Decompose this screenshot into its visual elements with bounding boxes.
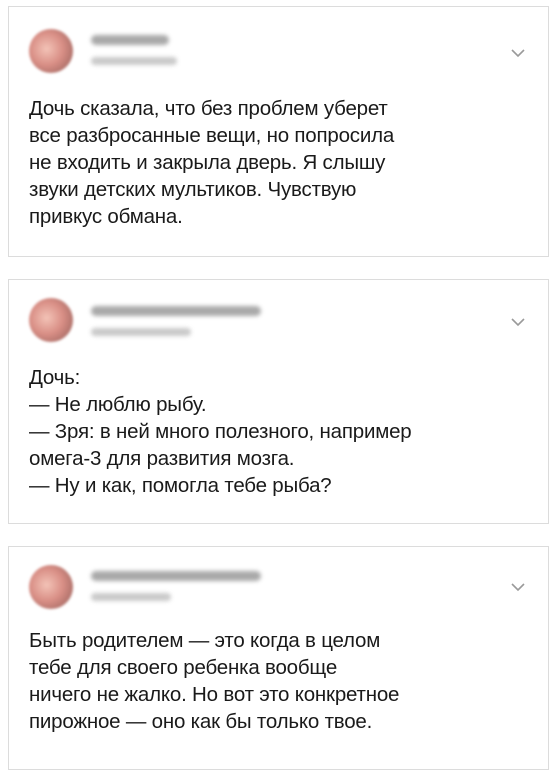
post-text-line: ничего не жалко. Но вот это конкретное	[29, 683, 400, 706]
avatar[interactable]	[29, 298, 73, 342]
post-text-line: звуки детских мультиков. Чувствую	[29, 178, 357, 201]
post-text-line: пирожное — оно как бы только твое.	[29, 710, 373, 733]
author-name-blurred[interactable]	[91, 571, 261, 581]
author-handle-blurred	[91, 328, 191, 336]
author-name-blurred[interactable]	[91, 306, 261, 316]
chevron-down-icon[interactable]	[510, 316, 526, 328]
chevron-down-icon[interactable]	[510, 47, 526, 59]
post-text-line: — Не люблю рыбу.	[29, 393, 207, 416]
post-text: Дочь сказала, что без проблем уберет все…	[29, 95, 530, 230]
post-text-line: не входить и закрыла дверь. Я слышу	[29, 151, 386, 174]
post-text-line: Дочь:	[29, 366, 81, 389]
post-text-line: Быть родителем — это когда в целом	[29, 629, 381, 652]
post-text-line: привкус обмана.	[29, 205, 183, 228]
avatar[interactable]	[29, 29, 73, 73]
post-text-line: — Ну и как, помогла тебе рыба?	[29, 474, 332, 497]
post-text-line: все разбросанные вещи, но попросила	[29, 124, 395, 147]
post-card: Быть родителем — это когда в целом тебе …	[8, 546, 549, 770]
post-card: Дочь: — Не люблю рыбу. — Зря: в ней мног…	[8, 279, 549, 524]
post-text-line: омега-3 для развития мозга.	[29, 447, 295, 470]
post-text-line: тебе для своего ребенка вообще	[29, 656, 338, 679]
chevron-down-icon[interactable]	[510, 581, 526, 593]
author-handle-blurred	[91, 57, 177, 65]
post-text: Дочь: — Не люблю рыбу. — Зря: в ней мног…	[29, 364, 530, 499]
post-text: Быть родителем — это когда в целом тебе …	[29, 627, 530, 735]
author-handle-blurred	[91, 593, 171, 601]
post-text-line: — Зря: в ней много полезного, например	[29, 420, 412, 443]
author-name-blurred[interactable]	[91, 35, 169, 45]
post-text-line: Дочь сказала, что без проблем уберет	[29, 97, 388, 120]
post-card: Дочь сказала, что без проблем уберет все…	[8, 6, 549, 257]
avatar[interactable]	[29, 565, 73, 609]
